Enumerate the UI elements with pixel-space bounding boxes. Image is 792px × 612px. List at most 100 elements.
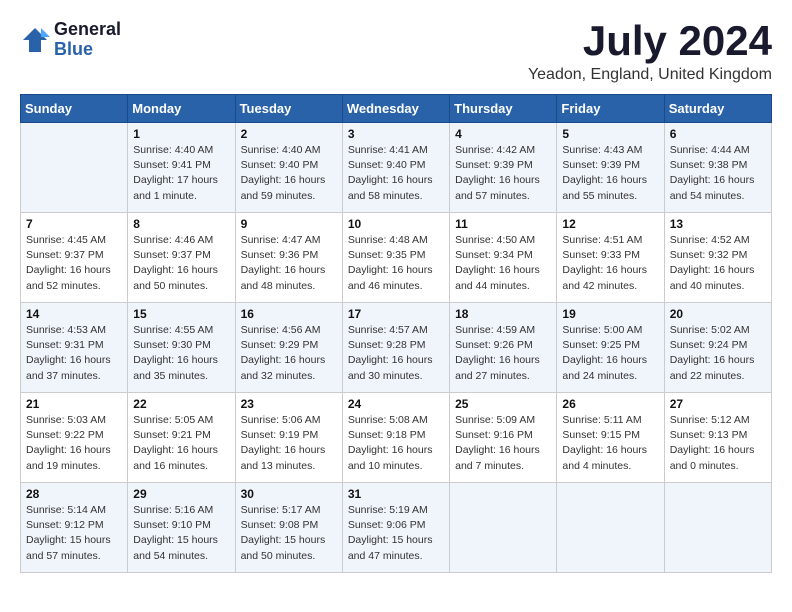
day-cell: 19 Sunrise: 5:00 AM Sunset: 9:25 PM Dayl… [557,303,664,393]
sunset: Sunset: 9:41 PM [133,159,211,171]
day-info: Sunrise: 5:02 AM Sunset: 9:24 PM Dayligh… [670,323,766,384]
daylight: Daylight: 16 hours and 13 minutes. [241,444,326,471]
day-number: 27 [670,397,766,411]
day-cell: 18 Sunrise: 4:59 AM Sunset: 9:26 PM Dayl… [450,303,557,393]
day-cell: 10 Sunrise: 4:48 AM Sunset: 9:35 PM Dayl… [342,213,449,303]
day-info: Sunrise: 4:56 AM Sunset: 9:29 PM Dayligh… [241,323,337,384]
header-row: SundayMondayTuesdayWednesdayThursdayFrid… [21,95,772,123]
sunset: Sunset: 9:13 PM [670,429,748,441]
day-info: Sunrise: 4:48 AM Sunset: 9:35 PM Dayligh… [348,233,444,294]
daylight: Daylight: 16 hours and 30 minutes. [348,354,433,381]
column-header-friday: Friday [557,95,664,123]
day-number: 21 [26,397,122,411]
sunrise: Sunrise: 5:08 AM [348,414,428,426]
sunrise: Sunrise: 4:59 AM [455,324,535,336]
sunset: Sunset: 9:40 PM [241,159,319,171]
daylight: Daylight: 16 hours and 52 minutes. [26,264,111,291]
sunset: Sunset: 9:39 PM [562,159,640,171]
day-cell: 30 Sunrise: 5:17 AM Sunset: 9:08 PM Dayl… [235,483,342,573]
daylight: Daylight: 16 hours and 48 minutes. [241,264,326,291]
sunset: Sunset: 9:06 PM [348,519,426,531]
day-info: Sunrise: 4:57 AM Sunset: 9:28 PM Dayligh… [348,323,444,384]
daylight: Daylight: 16 hours and 19 minutes. [26,444,111,471]
day-info: Sunrise: 5:12 AM Sunset: 9:13 PM Dayligh… [670,413,766,474]
daylight: Daylight: 16 hours and 32 minutes. [241,354,326,381]
day-number: 10 [348,217,444,231]
column-header-monday: Monday [128,95,235,123]
sunset: Sunset: 9:32 PM [670,249,748,261]
sunrise: Sunrise: 4:53 AM [26,324,106,336]
sunset: Sunset: 9:40 PM [348,159,426,171]
day-number: 14 [26,307,122,321]
day-number: 4 [455,127,551,141]
sunrise: Sunrise: 5:14 AM [26,504,106,516]
sunset: Sunset: 9:35 PM [348,249,426,261]
day-number: 11 [455,217,551,231]
sunrise: Sunrise: 5:12 AM [670,414,750,426]
sunset: Sunset: 9:18 PM [348,429,426,441]
daylight: Daylight: 15 hours and 54 minutes. [133,534,218,561]
day-number: 19 [562,307,658,321]
day-info: Sunrise: 4:46 AM Sunset: 9:37 PM Dayligh… [133,233,229,294]
day-number: 8 [133,217,229,231]
day-cell [450,483,557,573]
sunrise: Sunrise: 4:44 AM [670,144,750,156]
day-cell: 4 Sunrise: 4:42 AM Sunset: 9:39 PM Dayli… [450,123,557,213]
sunset: Sunset: 9:16 PM [455,429,533,441]
sunset: Sunset: 9:26 PM [455,339,533,351]
day-cell: 21 Sunrise: 5:03 AM Sunset: 9:22 PM Dayl… [21,393,128,483]
daylight: Daylight: 16 hours and 42 minutes. [562,264,647,291]
day-cell: 13 Sunrise: 4:52 AM Sunset: 9:32 PM Dayl… [664,213,771,303]
day-info: Sunrise: 4:51 AM Sunset: 9:33 PM Dayligh… [562,233,658,294]
day-number: 13 [670,217,766,231]
day-cell [557,483,664,573]
daylight: Daylight: 16 hours and 40 minutes. [670,264,755,291]
day-info: Sunrise: 4:45 AM Sunset: 9:37 PM Dayligh… [26,233,122,294]
sunrise: Sunrise: 5:02 AM [670,324,750,336]
day-info: Sunrise: 5:09 AM Sunset: 9:16 PM Dayligh… [455,413,551,474]
day-info: Sunrise: 4:53 AM Sunset: 9:31 PM Dayligh… [26,323,122,384]
day-number: 6 [670,127,766,141]
sunset: Sunset: 9:28 PM [348,339,426,351]
day-cell: 22 Sunrise: 5:05 AM Sunset: 9:21 PM Dayl… [128,393,235,483]
week-row-4: 21 Sunrise: 5:03 AM Sunset: 9:22 PM Dayl… [21,393,772,483]
location: Yeadon, England, United Kingdom [528,66,772,84]
daylight: Daylight: 16 hours and 59 minutes. [241,174,326,201]
day-info: Sunrise: 5:03 AM Sunset: 9:22 PM Dayligh… [26,413,122,474]
day-number: 25 [455,397,551,411]
daylight: Daylight: 16 hours and 37 minutes. [26,354,111,381]
day-cell: 3 Sunrise: 4:41 AM Sunset: 9:40 PM Dayli… [342,123,449,213]
sunrise: Sunrise: 4:47 AM [241,234,321,246]
daylight: Daylight: 16 hours and 27 minutes. [455,354,540,381]
day-cell: 7 Sunrise: 4:45 AM Sunset: 9:37 PM Dayli… [21,213,128,303]
day-cell [21,123,128,213]
daylight: Daylight: 16 hours and 54 minutes. [670,174,755,201]
daylight: Daylight: 16 hours and 24 minutes. [562,354,647,381]
day-cell: 29 Sunrise: 5:16 AM Sunset: 9:10 PM Dayl… [128,483,235,573]
day-number: 17 [348,307,444,321]
day-info: Sunrise: 4:55 AM Sunset: 9:30 PM Dayligh… [133,323,229,384]
day-cell [664,483,771,573]
sunset: Sunset: 9:37 PM [133,249,211,261]
day-cell: 31 Sunrise: 5:19 AM Sunset: 9:06 PM Dayl… [342,483,449,573]
column-header-sunday: Sunday [21,95,128,123]
logo: General Blue [20,20,121,60]
sunrise: Sunrise: 4:43 AM [562,144,642,156]
daylight: Daylight: 16 hours and 35 minutes. [133,354,218,381]
day-info: Sunrise: 5:14 AM Sunset: 9:12 PM Dayligh… [26,503,122,564]
daylight: Daylight: 17 hours and 1 minute. [133,174,218,201]
daylight: Daylight: 16 hours and 22 minutes. [670,354,755,381]
column-header-tuesday: Tuesday [235,95,342,123]
day-number: 24 [348,397,444,411]
day-info: Sunrise: 4:52 AM Sunset: 9:32 PM Dayligh… [670,233,766,294]
sunset: Sunset: 9:37 PM [26,249,104,261]
week-row-2: 7 Sunrise: 4:45 AM Sunset: 9:37 PM Dayli… [21,213,772,303]
day-number: 20 [670,307,766,321]
day-info: Sunrise: 4:44 AM Sunset: 9:38 PM Dayligh… [670,143,766,204]
day-cell: 2 Sunrise: 4:40 AM Sunset: 9:40 PM Dayli… [235,123,342,213]
day-info: Sunrise: 4:40 AM Sunset: 9:40 PM Dayligh… [241,143,337,204]
day-cell: 6 Sunrise: 4:44 AM Sunset: 9:38 PM Dayli… [664,123,771,213]
day-info: Sunrise: 5:17 AM Sunset: 9:08 PM Dayligh… [241,503,337,564]
day-cell: 16 Sunrise: 4:56 AM Sunset: 9:29 PM Dayl… [235,303,342,393]
sunset: Sunset: 9:38 PM [670,159,748,171]
